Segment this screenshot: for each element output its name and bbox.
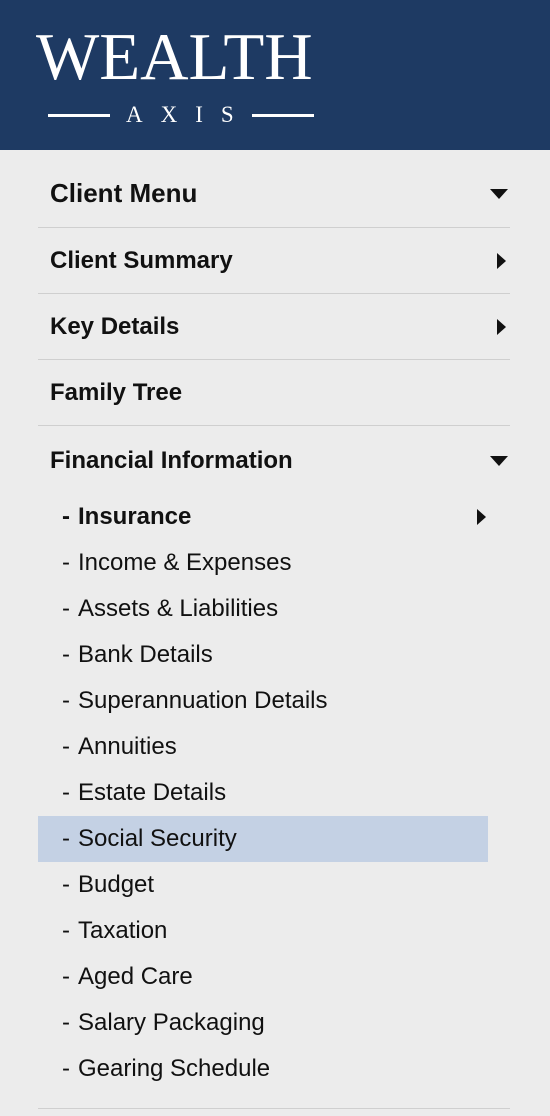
menu-item-label: Client Summary <box>50 246 233 274</box>
client-menu-header[interactable]: Client Menu <box>38 160 510 228</box>
menu-item-label: Financial Information <box>50 447 293 474</box>
submenu-item-label: Superannuation Details <box>78 687 328 714</box>
submenu-dash: - <box>62 641 70 668</box>
menu-item-key-details[interactable]: Key Details <box>38 294 510 360</box>
logo-subtitle: AXIS <box>48 100 358 130</box>
menu-divider <box>38 1108 510 1109</box>
submenu-item-gearing-schedule[interactable]: - Gearing Schedule <box>38 1046 488 1092</box>
submenu-item-label: Gearing Schedule <box>78 1055 271 1082</box>
submenu-item-social-security[interactable]: - Social Security <box>38 816 488 862</box>
submenu-item-label: Bank Details <box>78 641 213 668</box>
client-menu-label: Client Menu <box>50 178 198 208</box>
submenu-item-bank-details[interactable]: - Bank Details <box>38 632 488 678</box>
chevron-down-icon <box>490 456 508 466</box>
logo-wordmark: WEALTH <box>36 22 313 92</box>
logo-subtitle-text: AXIS <box>126 102 252 127</box>
chevron-down-icon <box>490 188 508 199</box>
chevron-right-icon <box>497 318 506 335</box>
submenu-dash: - <box>62 963 70 990</box>
menu-item-label: Family Tree <box>50 378 183 406</box>
chevron-right-icon <box>477 509 486 525</box>
submenu-item-aged-care[interactable]: - Aged Care <box>38 954 488 1000</box>
submenu-item-assets-liabilities[interactable]: - Assets & Liabilities <box>38 586 488 632</box>
submenu-dash: - <box>62 917 70 944</box>
submenu-item-label: Income & Expenses <box>78 549 292 576</box>
submenu-dash: - <box>62 687 70 714</box>
submenu-dash: - <box>62 733 70 760</box>
submenu-item-label: Social Security <box>78 825 237 852</box>
menu-item-client-summary[interactable]: Client Summary <box>38 228 510 294</box>
logo-rule-left <box>48 113 110 117</box>
submenu-dash: - <box>62 779 70 806</box>
menu-item-label: Key Details <box>50 312 180 340</box>
submenu-item-income-expenses[interactable]: - Income & Expenses <box>38 540 488 586</box>
submenu-item-label: Budget <box>78 871 155 898</box>
financial-submenu: - Insurance - Income & Expenses - Assets… <box>38 494 510 1092</box>
submenu-item-annuities[interactable]: - Annuities <box>38 724 488 770</box>
submenu-item-insurance[interactable]: - Insurance <box>38 494 488 540</box>
submenu-item-label: Annuities <box>78 733 177 760</box>
logo-title: WEALTH <box>36 20 313 94</box>
submenu-dash: - <box>62 549 70 576</box>
submenu-item-label: Insurance <box>78 503 192 530</box>
submenu-dash: - <box>62 503 70 530</box>
submenu-dash: - <box>62 595 70 622</box>
menu-item-financial-information[interactable]: Financial Information <box>38 426 510 496</box>
submenu-dash: - <box>62 825 70 852</box>
submenu-item-taxation[interactable]: - Taxation <box>38 908 488 954</box>
submenu-item-label: Salary Packaging <box>78 1009 265 1036</box>
submenu-dash: - <box>62 1055 70 1082</box>
chevron-right-icon <box>497 252 506 269</box>
submenu-dash: - <box>62 871 70 898</box>
submenu-item-label: Aged Care <box>78 963 193 990</box>
submenu-item-label: Taxation <box>78 917 168 944</box>
submenu-item-label: Assets & Liabilities <box>78 595 279 622</box>
menu-item-family-tree[interactable]: Family Tree <box>38 360 510 426</box>
submenu-item-estate-details[interactable]: - Estate Details <box>38 770 488 816</box>
client-menu: Client Menu Client Summary Key Details F… <box>38 160 510 1092</box>
submenu-item-salary-packaging[interactable]: - Salary Packaging <box>38 1000 488 1046</box>
logo-rule-right <box>251 113 314 117</box>
submenu-item-superannuation-details[interactable]: - Superannuation Details <box>38 678 488 724</box>
submenu-item-budget[interactable]: - Budget <box>38 862 488 908</box>
submenu-dash: - <box>62 1009 70 1036</box>
app-header: WEALTH AXIS <box>0 0 550 150</box>
submenu-item-label: Estate Details <box>78 779 227 806</box>
